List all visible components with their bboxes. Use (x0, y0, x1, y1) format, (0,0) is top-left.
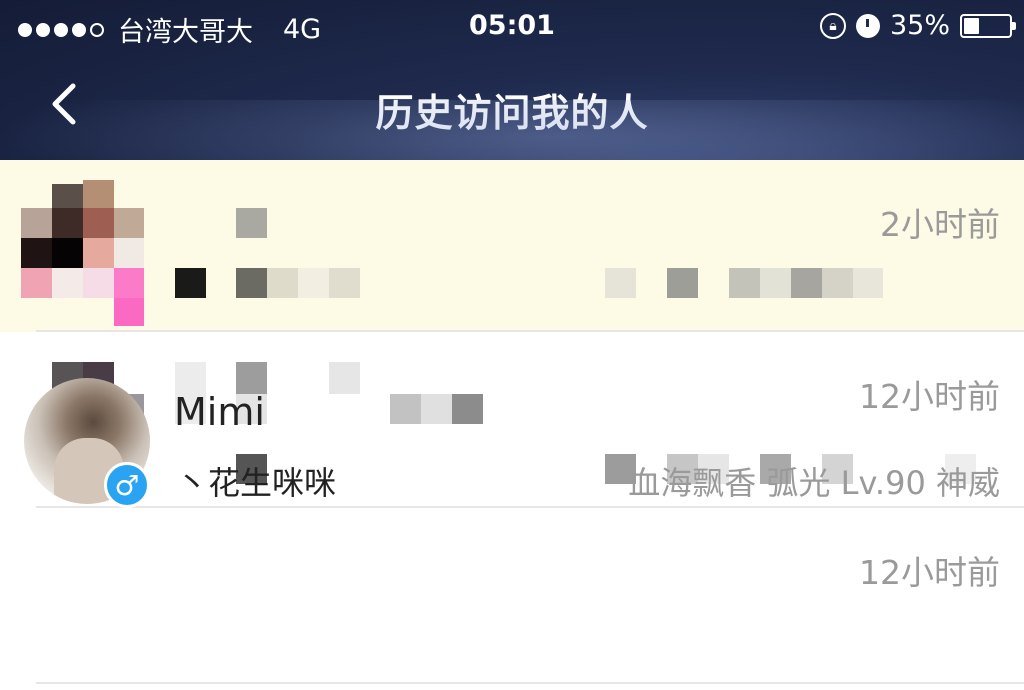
visit-time: 12小时前 (859, 553, 1000, 592)
alarm-clock-icon (855, 13, 880, 38)
battery-level (964, 17, 979, 34)
header: 台湾大哥大 4G 05:01 🔒︎ 35% 历史访问我的人 (0, 0, 1024, 160)
status-bar: 台湾大哥大 4G 05:01 🔒︎ 35% (0, 0, 1024, 52)
navigation-bar: 历史访问我的人 (0, 60, 1024, 150)
male-gender-icon: ♂ (104, 462, 150, 508)
battery-percent: 35% (889, 10, 950, 41)
row-divider (36, 682, 1024, 684)
visit-time: 2小时前 (880, 205, 1000, 244)
visitor-row[interactable]: 2小时前 (0, 160, 1024, 332)
visitor-signature: 丶花生咪咪 (176, 464, 337, 502)
page-title: 历史访问我的人 (375, 91, 649, 135)
status-right: 🔒︎ 35% (819, 10, 1016, 41)
visitor-name: Mimi (174, 390, 265, 434)
visitor-list: 2小时前 12小时前 12小时前 (0, 160, 1024, 684)
visitor-row[interactable]: 12小时前 (0, 508, 1024, 684)
orientation-lock-icon: 🔒︎ (819, 12, 846, 39)
visitor-game-info: 血海飘香 弧光 Lv.90 神威 (628, 464, 1000, 502)
battery-icon (960, 13, 1016, 38)
visit-time: 12小时前 (859, 377, 1000, 416)
